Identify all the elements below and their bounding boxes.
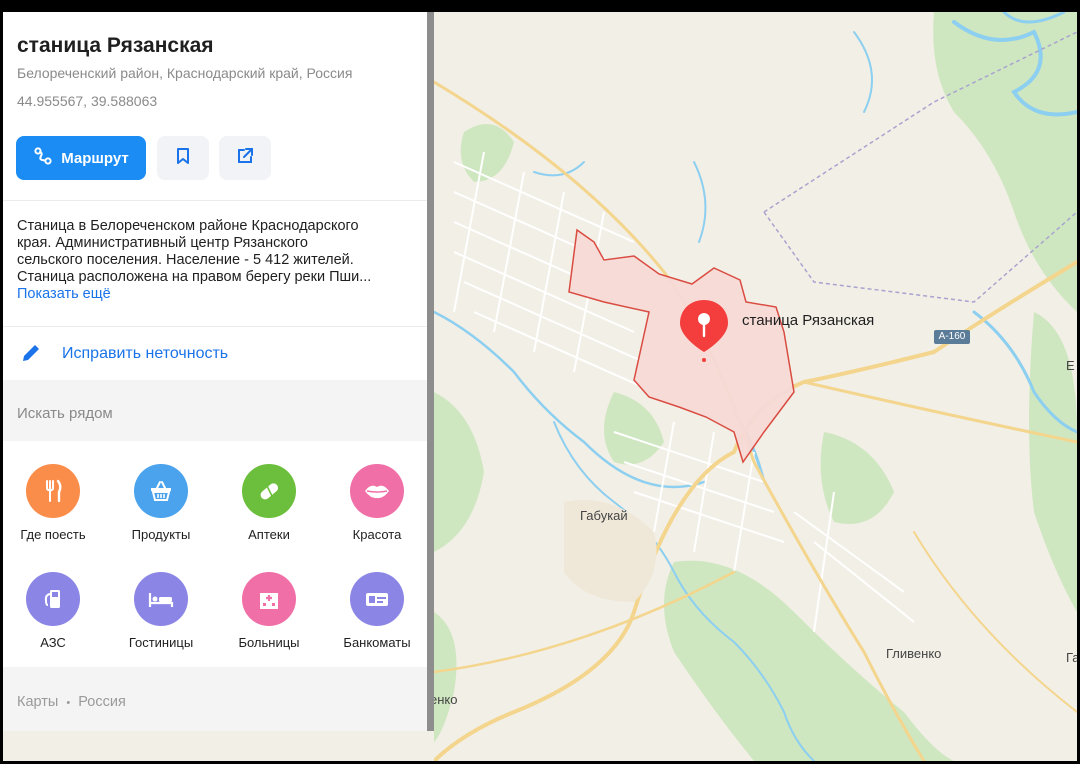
footer-maps-link[interactable]: Карты [17,694,58,710]
category-label: Где поесть [20,527,86,542]
category-label: Аптеки [248,527,290,542]
category-label: АЗС [40,635,66,650]
search-nearby-header: Искать рядом [3,380,427,441]
pencil-icon [20,342,42,369]
description-line: Станица в Белореченском районе Краснодар… [17,218,359,234]
route-button[interactable]: Маршрут [16,136,146,180]
category-label: Больницы [238,635,300,650]
category-label: Банкоматы [343,635,411,650]
search-nearby-label: Искать рядом [17,405,113,422]
panel-footer: Карты • Россия [3,667,427,731]
place-title: станица Рязанская [17,34,214,57]
marker-label: станица Рязанская [742,312,875,329]
divider [3,200,427,201]
bookmark-button[interactable] [157,136,209,180]
divider [3,326,427,327]
place-marker[interactable] [678,298,730,364]
description-line: Станица расположена на правом берегу рек… [17,269,372,285]
description-line: сельского поселения. Население - 5 412 ж… [17,252,354,268]
map-place-label: енко [434,692,458,707]
share-icon [235,146,255,171]
map-view[interactable]: станица Рязанская Габукай Гливенко енко … [434,12,1077,761]
map-place-label: Га [1066,650,1077,665]
screenshot-frame: станица Рязанская Белореченский район, К… [3,12,1077,761]
fuel-icon [26,572,80,626]
footer-country-link[interactable]: Россия [78,694,126,710]
lips-icon [350,464,404,518]
place-card: станица Рязанская Белореченский район, К… [3,12,427,731]
map-place-label: Е [1066,358,1075,373]
bookmark-icon [174,147,192,170]
atm-icon [350,572,404,626]
category-gas-station[interactable]: АЗС [3,572,103,662]
footer-separator: • [66,697,71,709]
place-address: Белореченский район, Краснодарский край,… [17,65,353,81]
place-description: Станица в Белореченском районе Краснодар… [17,218,415,303]
fix-inaccuracy-button[interactable]: Исправить неточность [3,328,427,380]
place-coordinates[interactable]: 44.955567, 39.588063 [17,93,157,109]
category-hospitals[interactable]: Больницы [219,572,319,662]
hospital-icon [242,572,296,626]
pill-icon [242,464,296,518]
footer-breadcrumb: Карты • Россия [17,694,126,710]
category-pharmacy[interactable]: Аптеки [219,464,319,554]
fix-inaccuracy-label: Исправить неточность [62,345,229,362]
map-canvas [434,12,1077,761]
road-shield: A-160 [934,330,970,344]
basket-icon [134,464,188,518]
route-icon [33,146,53,170]
category-label: Красота [352,527,402,542]
category-beauty[interactable]: Красота [327,464,427,554]
bed-icon [134,572,188,626]
category-atm[interactable]: Банкоматы [327,572,427,662]
category-hotels[interactable]: Гостиницы [111,572,211,662]
map-place-label: Гливенко [886,646,942,661]
category-label: Продукты [131,527,191,542]
map-place-label: Габукай [580,508,628,523]
share-button[interactable] [219,136,271,180]
panel-scrollbar[interactable] [427,12,434,731]
route-button-label: Маршрут [61,149,129,167]
fork-knife-icon [26,464,80,518]
show-more-link[interactable]: Показать ещё [17,286,415,303]
category-food[interactable]: Где поесть [3,464,103,554]
category-groceries[interactable]: Продукты [111,464,211,554]
description-line: края. Административный центр Рязанского [17,235,308,251]
map-pin-icon [680,300,728,362]
category-label: Гостиницы [128,635,194,650]
